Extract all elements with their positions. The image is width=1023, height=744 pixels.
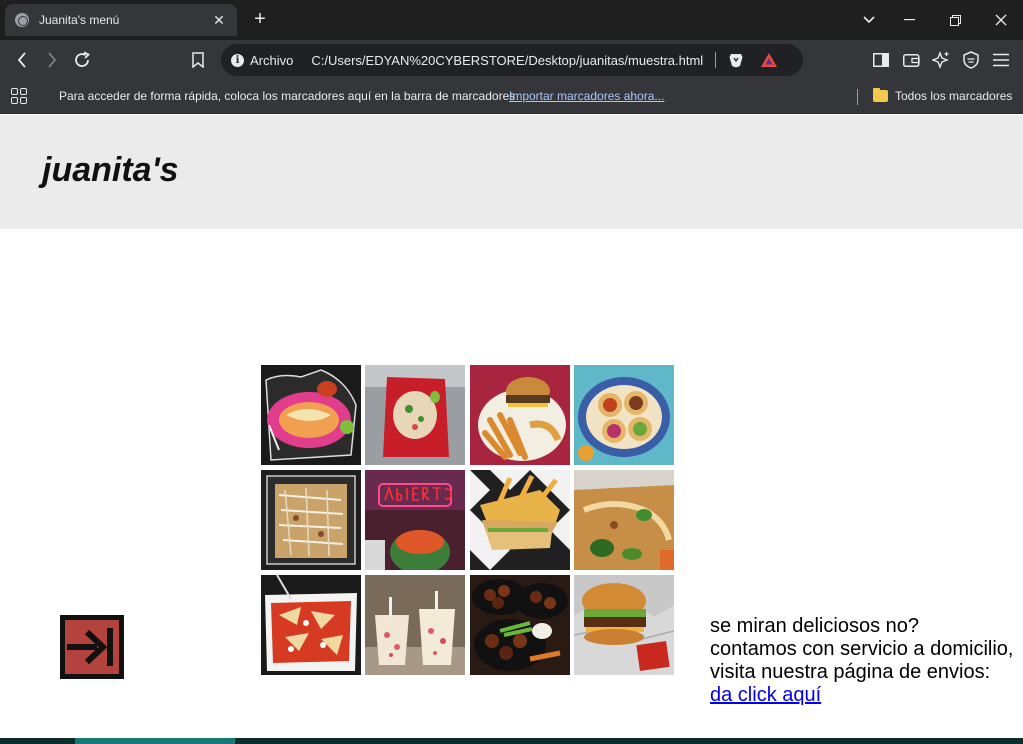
fruit-cups-photo: [365, 575, 466, 675]
browser-tab[interactable]: Juanita's menú ✕: [5, 4, 237, 36]
close-tab-icon[interactable]: ✕: [211, 12, 227, 29]
apps-grid-icon[interactable]: [11, 88, 27, 104]
restore-icon[interactable]: [932, 0, 978, 40]
enchiladas-photo: [261, 365, 361, 465]
url-text[interactable]: C:/Users/EDYAN%20CYBERSTORE/Desktop/juan…: [311, 53, 703, 68]
delivery-promo: se miran deliciosos no? contamos con ser…: [710, 615, 1022, 707]
tab-strip: Juanita's menú ✕ +: [0, 0, 1023, 40]
back-icon[interactable]: [10, 48, 34, 72]
folder-icon: [873, 88, 888, 102]
address-bar[interactable]: i Archivo C:/Users/EDYAN%20CYBERSTORE/De…: [221, 44, 803, 76]
tacos-photo: [573, 365, 674, 465]
new-tab-button[interactable]: +: [250, 8, 270, 30]
ceviche-photo: [365, 365, 466, 465]
leo-ai-icon[interactable]: [931, 50, 951, 70]
globe-icon: [15, 13, 29, 27]
chilaquiles-photo: [261, 575, 361, 675]
club-sandwich-photo: [469, 470, 570, 570]
nachos-photo: [573, 470, 674, 570]
vpn-shield-icon[interactable]: [961, 50, 981, 70]
page-title: juanita's: [42, 151, 179, 189]
exit-arrow-icon: [65, 620, 119, 674]
boneless-wings-photo: [469, 575, 570, 675]
scheme-label: Archivo: [250, 52, 294, 68]
sidebar-icon[interactable]: [871, 50, 891, 70]
food-gallery: [261, 365, 674, 675]
menu-icon[interactable]: [991, 50, 1011, 70]
minimize-icon[interactable]: [886, 0, 932, 40]
close-window-icon[interactable]: [978, 0, 1023, 40]
forward-icon[interactable]: [40, 48, 64, 72]
bookmarks-divider: [857, 89, 858, 105]
bookmarks-bar: Para acceder de forma rápida, coloca los…: [0, 80, 1023, 114]
reload-icon[interactable]: [70, 48, 94, 72]
brave-shield-icon[interactable]: [728, 52, 744, 68]
pizza-photo: [261, 470, 361, 570]
address-separator: [715, 52, 717, 68]
bookmarks-prompt: Para acceder de forma rápida, coloca los…: [59, 89, 516, 103]
bookmark-icon[interactable]: [186, 48, 210, 72]
open-sign-snacks-photo: [365, 470, 466, 570]
brave-rewards-icon[interactable]: [760, 52, 778, 68]
burger-fries-photo: [469, 365, 570, 465]
import-bookmarks-link[interactable]: Importar marcadores ahora...: [509, 89, 664, 103]
navigation-bar: i Archivo C:/Users/EDYAN%20CYBERSTORE/De…: [0, 40, 1023, 80]
delivery-link[interactable]: da click aquí: [710, 684, 821, 706]
burger-foil-photo: [573, 575, 674, 675]
promo-line: se miran deliciosos no?: [710, 615, 919, 637]
wallet-icon[interactable]: [901, 50, 921, 70]
info-icon[interactable]: i: [231, 53, 244, 67]
promo-line: contamos con servicio a domicilio,: [710, 638, 1014, 660]
footer-accent: [75, 738, 235, 744]
exit-button[interactable]: [60, 615, 124, 679]
all-bookmarks-button[interactable]: Todos los marcadores: [895, 89, 1012, 103]
site-header: juanita's: [0, 115, 1023, 229]
tab-title: Juanita's menú: [39, 13, 120, 27]
promo-line: visita nuestra página de envios:: [710, 661, 991, 683]
